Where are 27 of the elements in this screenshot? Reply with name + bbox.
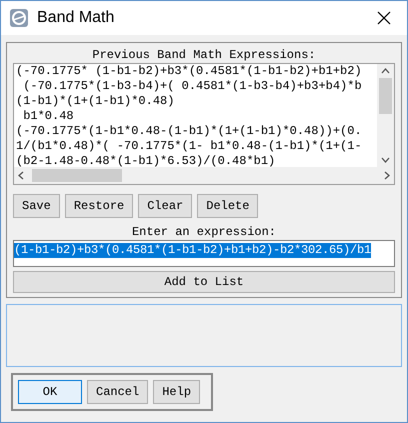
expression-list[interactable] [13,63,395,185]
add-to-list-button[interactable]: Add to List [13,271,395,293]
app-icon [9,8,29,28]
scrollbar-thumb[interactable] [32,169,122,182]
horizontal-scrollbar[interactable] [14,167,394,184]
expression-line[interactable]: (b2-1.48-0.48*(1-b1)*6.53)/(0.48*b1) [16,154,377,167]
expression-line[interactable]: (1-b1)*(1+(1-b1)*0.48) [16,94,377,109]
expression-label: Enter an expression: [130,224,278,240]
close-icon[interactable] [377,11,391,25]
window-title: Band Math [37,8,116,28]
scrollbar-thumb[interactable] [379,78,392,114]
dialog-button[interactable]: Help [153,380,200,404]
expression-line[interactable]: b1*0.48 [16,109,377,124]
expression-line[interactable]: (-70.1775*(1-b3-b4)+( 0.4581*(1-b3-b4)+b3+b4)*b [16,79,377,94]
dialog-button[interactable]: Cancel [87,380,148,404]
history-button[interactable]: Delete [197,194,258,218]
expression-line[interactable]: (-70.1775*(1-b1*0.48-(1-b1)*(1+(1-b1)*0.48))+(0. [16,124,377,139]
field-value: (1-b1-b2)+b3*(0.4581*(1-b1-b2)+b1+b2)-b2*302.65)/b1 [14,243,372,258]
vertical-scrollbar[interactable] [377,64,394,167]
dialog-button[interactable]: OK [18,380,82,404]
expression-line[interactable]: 1/(b1*0.48)*( -70.1775*(1- b1*0.48-(1-b1)*(1+(1- [16,139,377,154]
expression-field[interactable]: (1-b1-b2)+b3*(0.4581*(1-b1-b2)+b1+b2)-b2*302.65)/b1 [13,240,395,267]
history-label: Previous Band Math Expressions: [91,47,317,63]
history-button[interactable]: Clear [138,194,192,218]
history-button[interactable]: Save [13,194,60,218]
expression-line[interactable]: (-70.1775* (1-b1-b2)+b3*(0.4581*(1-b1-b2)+b1+b2) [16,64,377,79]
history-button[interactable]: Restore [64,194,134,218]
